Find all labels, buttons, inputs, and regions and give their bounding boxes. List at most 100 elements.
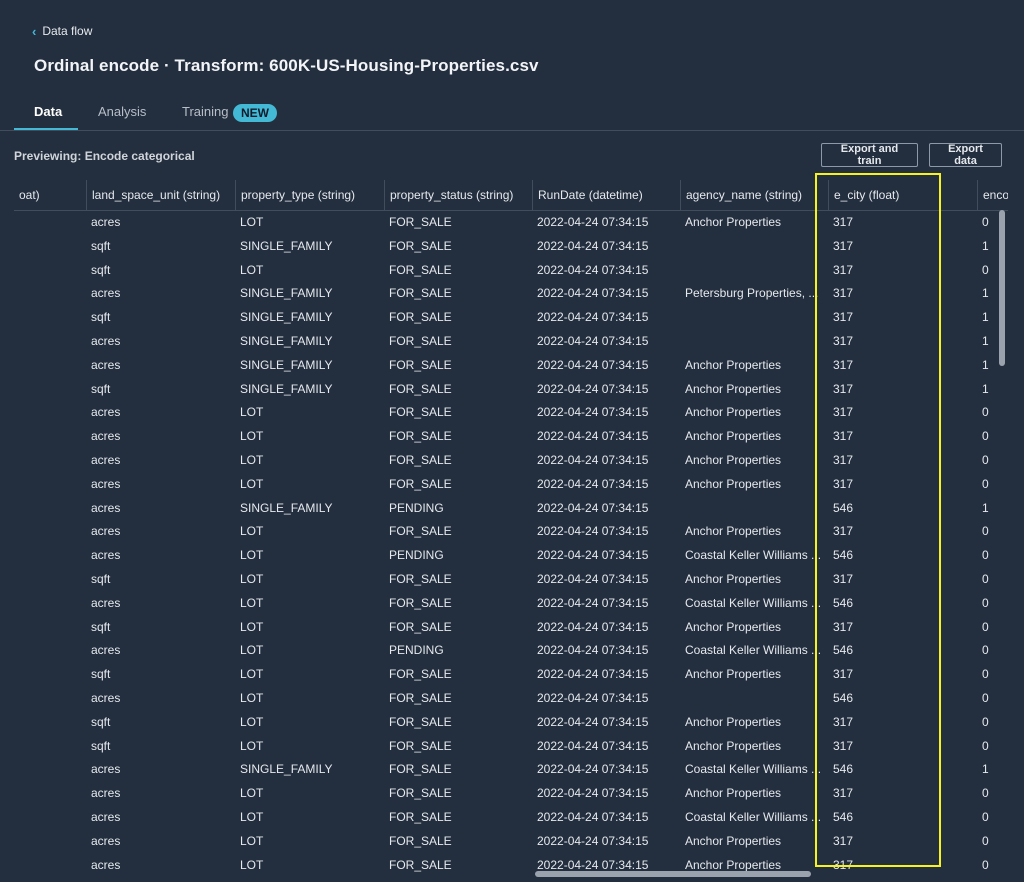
table-cell-run-date: 2022-04-24 07:34:15 <box>537 453 649 467</box>
table-cell-run-date: 2022-04-24 07:34:15 <box>537 286 649 301</box>
table-cell-land-space-unit: acres <box>91 500 121 515</box>
table-cell-e-city: 317 <box>833 476 854 491</box>
table-cell-property-status: FOR_SALE <box>389 334 452 348</box>
table-cell-partial-float <box>14 497 86 521</box>
table-cell-agency-name: Anchor Properties <box>685 429 782 444</box>
table-row: acres LOT FOR_SALE 2022-04-24 07:34:15 Coast… <box>14 592 1008 616</box>
table-row: sqft LOT FOR_SALE 2022-04-24 07:34:15 317 0 <box>14 259 1008 283</box>
table-cell-agency-name: Anchor Properties <box>685 476 782 491</box>
column-header-agency-name[interactable]: agency_name (string) <box>680 180 828 210</box>
table-cell-agency-name: Anchor Properties <box>685 453 782 467</box>
table-cell-encoded-partial: 0 <box>982 833 989 848</box>
table-cell-property-status: FOR_SALE <box>389 738 452 753</box>
column-header-property-type[interactable]: property_type (string) <box>235 180 384 210</box>
table-cell-property-type: LOT <box>240 262 264 277</box>
table-cell-encoded-partial: 0 <box>982 405 989 420</box>
table-cell-encoded-partial: 0 <box>982 786 989 801</box>
preview-label: Previewing: Encode categorical <box>14 149 195 163</box>
table-cell-partial-float <box>14 401 86 425</box>
table-cell-property-type: LOT <box>240 810 264 824</box>
table-row: sqft LOT FOR_SALE 2022-04-24 07:34:15 Anchor… <box>14 616 1008 640</box>
table-cell-agency-name: Anchor Properties <box>685 381 782 396</box>
table-cell-agency-name: Anchor Properties <box>685 572 782 586</box>
column-header-encoded-partial[interactable]: enco <box>977 180 1008 210</box>
table-cell-property-type: LOT <box>240 476 264 491</box>
table-cell-partial-float <box>14 330 86 354</box>
table-cell-property-status: FOR_SALE <box>389 762 452 777</box>
back-link-data-flow[interactable]: ‹ Data flow <box>32 24 92 38</box>
table-cell-agency-name: Anchor Properties <box>685 619 782 634</box>
column-header-land-space-unit[interactable]: land_space_unit (string) <box>86 180 235 210</box>
table-row: acres LOT FOR_SALE 2022-04-24 07:34:15 Ancho… <box>14 854 1008 876</box>
table-cell-property-type: LOT <box>240 548 264 563</box>
table-cell-partial-float <box>14 592 86 616</box>
table-cell-land-space-unit: acres <box>91 453 121 467</box>
table-cell-run-date: 2022-04-24 07:34:15 <box>537 691 649 705</box>
table-cell-encoded-partial: 0 <box>982 810 989 824</box>
table-cell-encoded-partial: 0 <box>982 714 989 729</box>
table-cell-partial-float <box>14 378 86 402</box>
table-cell-agency-name <box>680 330 828 354</box>
table-cell-e-city: 546 <box>833 500 854 515</box>
table-cell-partial-float <box>14 449 86 473</box>
table-cell-agency-name: Anchor Properties <box>685 786 782 801</box>
horizontal-scrollbar[interactable] <box>535 871 811 877</box>
table-cell-agency-name: Anchor Properties <box>685 667 782 682</box>
table-cell-property-status: FOR_SALE <box>389 238 452 253</box>
table-cell-partial-float <box>14 687 86 711</box>
table-cell-e-city: 546 <box>833 643 854 658</box>
table-cell-partial-float <box>14 854 86 876</box>
table-cell-land-space-unit: acres <box>91 357 121 372</box>
table-cell-property-status: FOR_SALE <box>389 215 452 229</box>
table-row: acres LOT FOR_SALE 2022-04-24 07:34:15 546 0 <box>14 687 1008 711</box>
export-data-button[interactable]: Export data <box>929 143 1002 167</box>
table-cell-encoded-partial: 0 <box>982 595 989 610</box>
vertical-scrollbar[interactable] <box>999 210 1005 366</box>
table-cell-land-space-unit: acres <box>91 405 121 420</box>
table-cell-encoded-partial: 1 <box>982 500 989 515</box>
table-cell-encoded-partial: 0 <box>982 643 989 658</box>
table-cell-run-date: 2022-04-24 07:34:15 <box>537 262 649 277</box>
table-cell-run-date: 2022-04-24 07:34:15 <box>537 215 649 229</box>
tab-analysis[interactable]: Analysis <box>98 104 146 119</box>
table-cell-property-status: FOR_SALE <box>389 381 452 396</box>
table-cell-run-date: 2022-04-24 07:34:15 <box>537 429 649 444</box>
table-cell-property-type: LOT <box>240 524 264 539</box>
export-and-train-button[interactable]: Export and train <box>821 143 918 167</box>
table-cell-agency-name <box>680 235 828 259</box>
table-cell-property-status: FOR_SALE <box>389 691 452 705</box>
table-cell-property-type: LOT <box>240 619 264 634</box>
table-cell-property-status: FOR_SALE <box>389 857 452 872</box>
table-cell-e-city: 546 <box>833 691 854 705</box>
table-cell-property-type: LOT <box>240 833 264 848</box>
table-cell-encoded-partial: 0 <box>982 857 989 872</box>
column-header-partial-float[interactable]: oat) <box>14 180 86 210</box>
table-cell-land-space-unit: acres <box>91 595 121 610</box>
tab-training[interactable]: Training <box>182 104 228 119</box>
table-cell-encoded-partial: 0 <box>982 619 989 634</box>
table-cell-property-type: SINGLE_FAMILY <box>240 381 333 396</box>
table-cell-agency-name: Anchor Properties <box>685 357 782 372</box>
table-cell-run-date: 2022-04-24 07:34:15 <box>537 833 649 848</box>
table-cell-run-date: 2022-04-24 07:34:15 <box>537 524 649 539</box>
table-cell-agency-name: Coastal Keller Williams ... <box>685 548 822 563</box>
table-cell-property-status: FOR_SALE <box>389 405 452 420</box>
column-header-e-city[interactable]: e_city (float) <box>828 180 977 210</box>
table-cell-property-type: SINGLE_FAMILY <box>240 500 333 515</box>
tab-data[interactable]: Data <box>34 104 62 119</box>
table-cell-encoded-partial: 0 <box>982 429 989 444</box>
table-cell-land-space-unit: acres <box>91 810 121 824</box>
table-cell-partial-float <box>14 735 86 759</box>
table-cell-property-status: PENDING <box>389 548 444 563</box>
table-row: sqft SINGLE_FAMILY FOR_SALE 2022-04-24 07:3… <box>14 235 1008 259</box>
column-header-run-date[interactable]: RunDate (datetime) <box>532 180 680 210</box>
table-row: acres LOT FOR_SALE 2022-04-24 07:34:15 Ancho… <box>14 449 1008 473</box>
table-cell-partial-float <box>14 758 86 782</box>
table-cell-partial-float <box>14 544 86 568</box>
table-cell-e-city: 317 <box>833 857 854 872</box>
table-cell-land-space-unit: acres <box>91 476 121 491</box>
data-table[interactable]: oat) land_space_unit (string) property_typ… <box>14 180 1008 876</box>
table-cell-agency-name: Anchor Properties <box>685 833 782 848</box>
table-row: acres SINGLE_FAMILY FOR_SALE 2022-04-24 07:… <box>14 330 1008 354</box>
column-header-property-status[interactable]: property_status (string) <box>384 180 532 210</box>
